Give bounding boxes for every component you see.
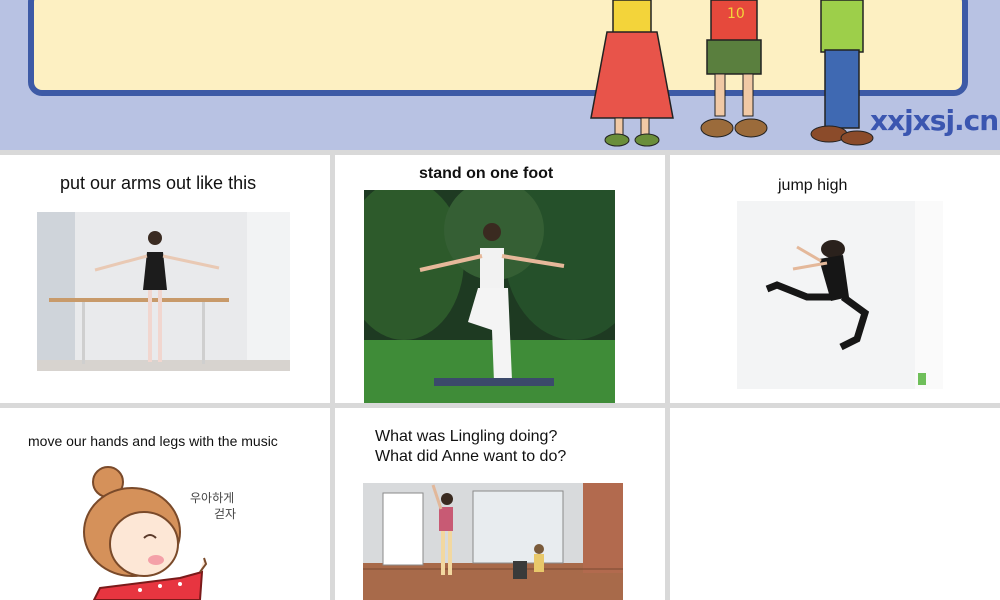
- card-hands-legs-music: move our hands and legs with the music 우…: [0, 408, 330, 600]
- cartoon-dancing-girl: [80, 462, 255, 600]
- card-one-foot: stand on one foot: [335, 155, 665, 403]
- site-watermark: xxjxsj.cn: [870, 104, 999, 137]
- card-caption: move our hands and legs with the music: [28, 433, 278, 449]
- card-questions: What was Lingling doing? What did Anne w…: [335, 408, 665, 600]
- card-jump-high: jump high: [670, 155, 1000, 403]
- card-caption: put our arms out like this: [60, 173, 257, 193]
- question-lingling: What was Lingling doing?: [375, 428, 558, 445]
- svg-text:10: 10: [727, 6, 745, 22]
- cartoon-children-illustration: 10: [590, 0, 874, 147]
- card-caption: jump high: [778, 177, 848, 194]
- empty-card: [670, 408, 1000, 600]
- card-caption: stand on one foot: [419, 165, 554, 182]
- photo-ballet-barre: [37, 212, 290, 371]
- illustration-dance-studio: [363, 483, 623, 600]
- cartoon-text-line2: 걷자: [214, 507, 237, 521]
- card-arms-out: put our arms out like this: [0, 155, 330, 403]
- photo-jumping-dancer: [737, 201, 943, 389]
- header-banner: 10 xxjxsj.cn: [0, 0, 1000, 150]
- cartoon-text-line1: 우아하게: [190, 491, 235, 505]
- question-anne: What did Anne want to do?: [375, 448, 567, 465]
- photo-tree-pose: [364, 190, 615, 403]
